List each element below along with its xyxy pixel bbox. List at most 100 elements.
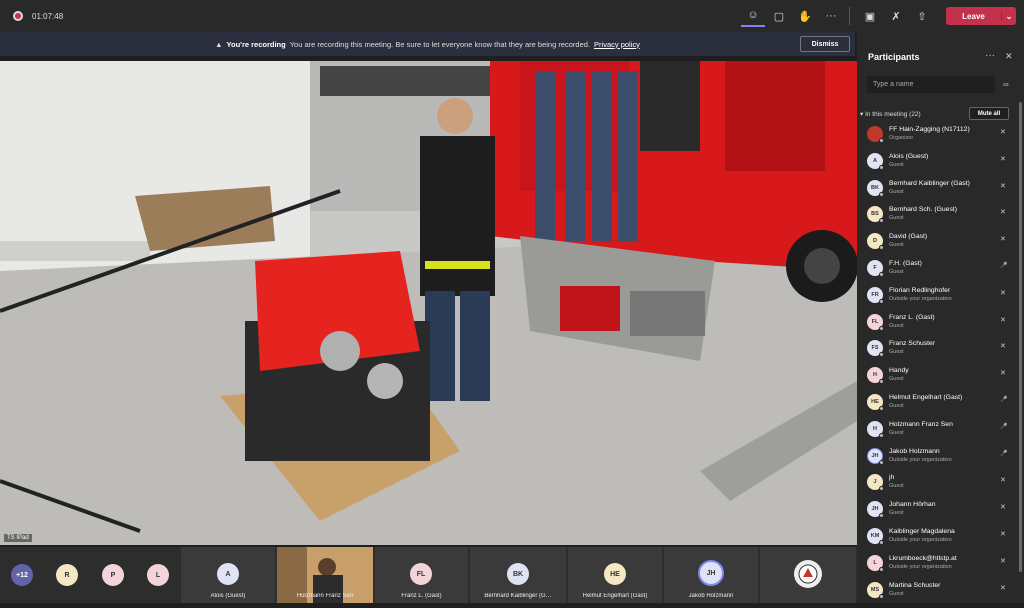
more-options-icon[interactable]: ··· (985, 50, 995, 61)
video-tile[interactable]: BK Bernhard Kaiblinger (G… (470, 547, 566, 603)
video-tile[interactable]: Holzmann Franz Sen (277, 547, 373, 603)
chevron-down-icon[interactable]: ⌄ (1001, 11, 1016, 21)
mic-off-icon[interactable]: ✕ (1000, 584, 1006, 592)
mic-off-icon[interactable]: ✕ (1000, 369, 1006, 377)
participant-row[interactable]: H Holzmann Franz Sen Guest 🎤 (857, 415, 1017, 442)
meeting-timer: 01:07:48 (32, 11, 64, 21)
mic-on-icon[interactable]: 🎤 (1000, 423, 1007, 430)
meeting-toolbar: 01:07:48 ☺ ▢ ✋ ··· ▣ ✗ ⇧ Leave ⌄ (0, 0, 1024, 32)
participant-row[interactable]: FF Hain-Zagging (N17112) Organizer ✕ (857, 120, 1017, 147)
mute-all-button[interactable]: Mute all (969, 107, 1009, 120)
banner-message: You are recording this meeting. Be sure … (289, 39, 591, 49)
participant-name: Bernhard Sch. (Guest) (889, 206, 957, 214)
participant-row[interactable]: BS Bernhard Sch. (Guest) Guest ✕ (857, 200, 1017, 227)
participant-role: Outside your organization (889, 456, 952, 463)
mic-off-icon[interactable]: ✕ (1000, 316, 1006, 324)
mic-off-icon[interactable]: ✕ (1000, 503, 1006, 511)
participant-name: Alois (Guest) (889, 152, 929, 160)
participant-row[interactable]: L Lkrumboeck@htlstp.at Outside your organi… (857, 549, 1017, 576)
scrollbar[interactable] (1019, 102, 1022, 572)
video-tile[interactable]: JH Jakob Holzmann (664, 547, 758, 603)
people-icon[interactable]: ☺ (741, 5, 765, 27)
fire-department-logo-icon (794, 560, 822, 588)
participant-row[interactable]: A Alois (Guest) Guest ✕ (857, 147, 1017, 174)
tile-name: Jakob Holzmann (688, 593, 734, 599)
in-meeting-section-header[interactable]: ▾ In this meeting (22) (860, 110, 921, 118)
banner-title: You're recording (226, 39, 286, 49)
participant-row[interactable]: JH Jakob Holzmann Outside your organizatio… (857, 442, 1017, 469)
participant-row[interactable]: D David (Gast) Guest ✕ (857, 227, 1017, 254)
mic-off-icon[interactable]: ✕ (1000, 208, 1006, 216)
mic-off-icon[interactable]: ✕ (1000, 289, 1006, 297)
mic-off-icon[interactable]: ✕ (1000, 155, 1006, 163)
participant-role: Organizer (889, 135, 914, 141)
participant-row[interactable]: FL Franz L. (Gast) Guest ✕ (857, 308, 1017, 335)
presence-status-icon (879, 298, 884, 304)
mic-off-icon[interactable]: ✕ (1000, 557, 1006, 565)
avatar[interactable]: L (147, 564, 169, 586)
mic-off-icon[interactable]: ✕ (1000, 530, 1006, 538)
participant-row[interactable]: BK Bernhard Kaiblinger (Gast) Guest ✕ (857, 174, 1017, 201)
raise-hand-icon[interactable]: ✋ (793, 5, 817, 27)
avatar[interactable]: R (56, 564, 78, 586)
participant-name: Franz L. (Gast) (889, 313, 935, 321)
leave-button[interactable]: Leave ⌄ (946, 7, 1016, 25)
more-icon[interactable]: ··· (819, 5, 843, 27)
participant-name: David (Gast) (889, 233, 928, 241)
participant-role: Guest (889, 376, 904, 383)
privacy-policy-link[interactable]: Privacy policy (594, 40, 640, 49)
mic-off-icon[interactable]: ✗ (884, 5, 908, 27)
participant-row[interactable]: F F.H. (Gast) Guest 🎤 (857, 254, 1017, 281)
participant-row[interactable]: FS Franz Schuster Guest ✕ (857, 334, 1017, 361)
participant-role: Guest (889, 242, 904, 249)
participant-role: Guest (889, 590, 904, 597)
mic-off-icon[interactable]: ✕ (1000, 342, 1006, 350)
participant-row[interactable]: FR Florian Redlinghofer Outside your organ… (857, 281, 1017, 308)
participant-name: Bernhard Kaiblinger (Gast) (889, 179, 970, 187)
participant-row[interactable]: Jjh Guest ✕ (857, 468, 1017, 495)
presence-status-icon (879, 218, 884, 224)
presence-status-icon (879, 539, 884, 545)
video-tile[interactable]: HE Helmut Engelhart (Gast) (568, 547, 662, 603)
participants-panel: Participants ··· ✕ Type a name ∞ ▾ In th… (857, 32, 1024, 603)
mic-off-icon[interactable]: ✕ (1000, 128, 1006, 136)
presence-status-icon (879, 513, 884, 519)
mic-off-icon[interactable]: ✕ (1000, 235, 1006, 243)
video-tile[interactable]: FL Franz L. (Gast) (375, 547, 468, 603)
main-video-feed[interactable]: TS IPad (0, 61, 857, 545)
panel-title: Participants (868, 52, 920, 62)
participant-row[interactable]: JH Johann Hörhan Guest ✕ (857, 495, 1017, 522)
mic-off-icon[interactable]: ✕ (1000, 476, 1006, 484)
participant-role: Guest (889, 402, 904, 409)
video-tile[interactable]: A Alois (Guest) (181, 547, 275, 603)
video-tile[interactable] (760, 547, 856, 603)
share-invite-icon[interactable]: ∞ (1003, 80, 1009, 89)
mic-off-icon[interactable]: ✕ (1000, 182, 1006, 190)
presence-status-icon (879, 325, 884, 331)
presence-status-icon (879, 138, 884, 143)
participant-name: Jakob Holzmann (889, 447, 940, 455)
avatar: FL (410, 563, 432, 585)
participant-row[interactable]: H Handy Guest ✕ (857, 361, 1017, 388)
camera-off-icon[interactable]: ▣ (858, 5, 882, 27)
mic-on-icon[interactable]: 🎤 (1000, 450, 1007, 457)
participant-row[interactable]: HE Helmut Engelhart (Gast) Guest 🎤 (857, 388, 1017, 415)
mic-on-icon[interactable]: 🎤 (1000, 262, 1007, 269)
participant-row[interactable]: KM Kaiblinger Magdalena Outside your organ… (857, 522, 1017, 549)
participant-name: Helmut Engelhart (Gast) (889, 393, 963, 401)
dismiss-button[interactable]: Dismiss (800, 36, 850, 52)
toolbar-divider (849, 7, 850, 25)
avatar[interactable]: P (102, 564, 124, 586)
share-icon[interactable]: ⇧ (910, 5, 934, 27)
participant-search-input[interactable]: Type a name (867, 76, 995, 93)
mic-on-icon[interactable]: 🎤 (1000, 396, 1007, 403)
tile-name: Franz L. (Gast) (401, 593, 442, 599)
overflow-count-badge[interactable]: +12 (11, 564, 33, 586)
avatar: BK (507, 563, 529, 585)
participant-name: FF Hain-Zagging (N17112) (889, 126, 970, 133)
tile-name: Helmut Engelhart (Gast) (582, 593, 648, 599)
close-icon[interactable]: ✕ (1005, 51, 1013, 62)
participant-row[interactable]: MS Martina Schuster Guest ✕ (857, 576, 1017, 603)
participant-name: jh (889, 474, 895, 482)
chat-icon[interactable]: ▢ (767, 5, 791, 27)
